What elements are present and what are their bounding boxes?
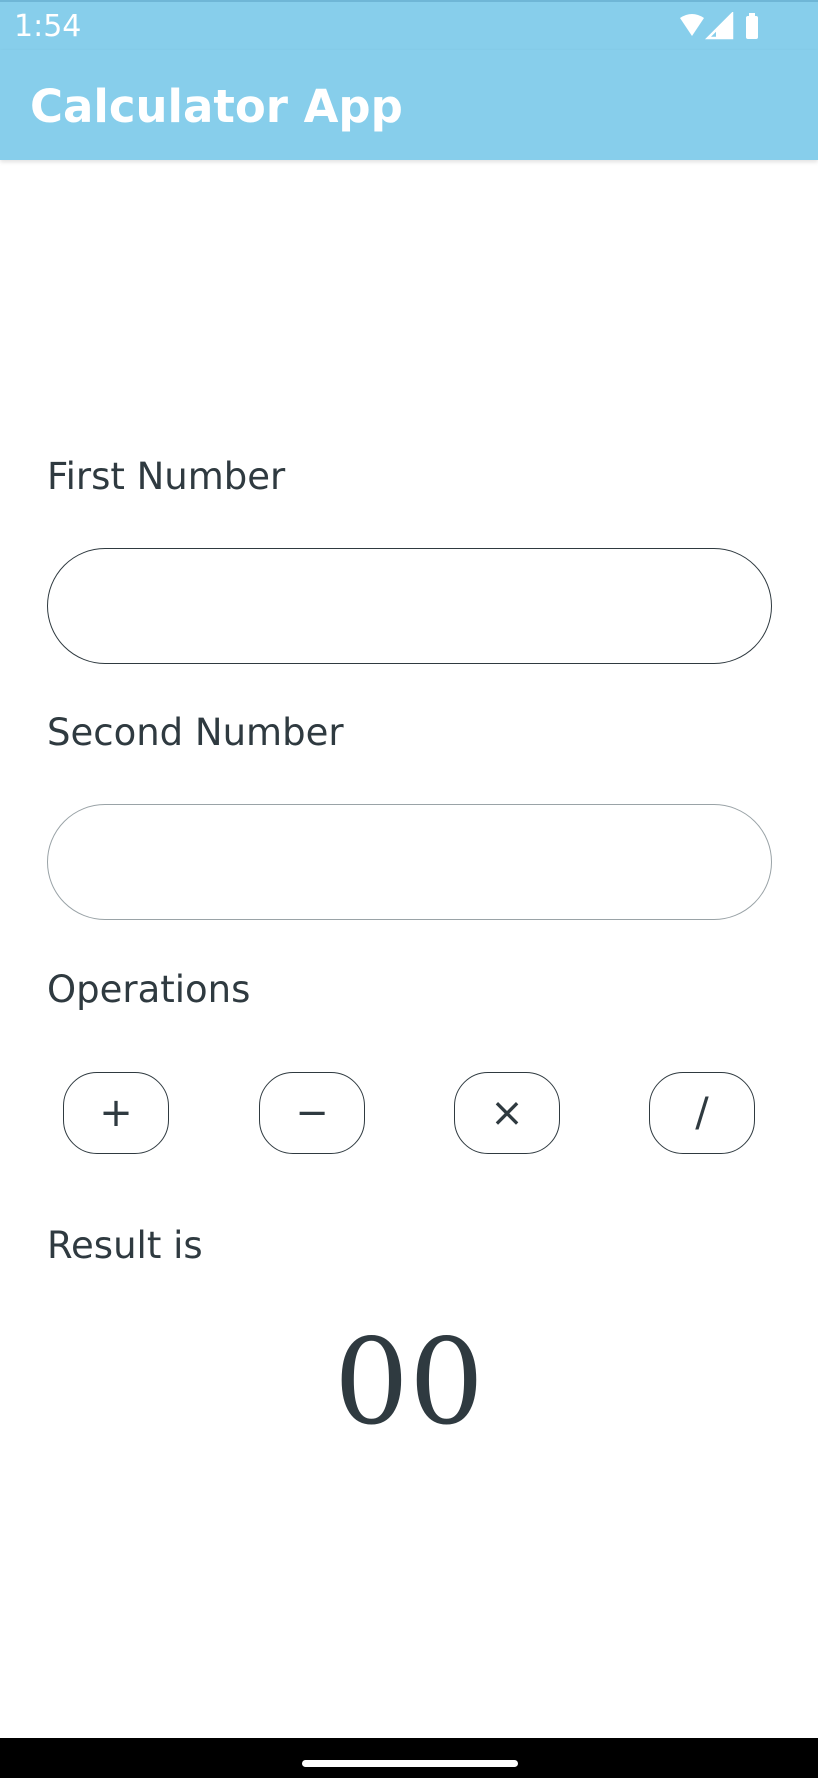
add-button[interactable]: + (63, 1072, 169, 1154)
subtract-button[interactable]: − (259, 1072, 365, 1154)
app-bar: Calculator App (0, 50, 818, 160)
first-number-input[interactable] (47, 548, 772, 664)
status-bar: 1:54 (0, 0, 818, 50)
divide-icon: / (695, 1090, 709, 1136)
minus-icon: − (295, 1090, 329, 1136)
plus-icon: + (99, 1090, 133, 1136)
app-title: Calculator App (30, 80, 403, 133)
multiply-icon: × (490, 1090, 524, 1136)
result-value: 00 (333, 1313, 485, 1451)
result-label: Result is (47, 1224, 203, 1267)
operations-label: Operations (47, 968, 251, 1011)
second-number-input[interactable] (47, 804, 772, 920)
wifi-icon (680, 14, 704, 36)
battery-icon (746, 13, 758, 39)
first-number-label: First Number (47, 455, 286, 498)
navigation-bar (0, 1738, 818, 1778)
multiply-button[interactable]: × (454, 1072, 560, 1154)
second-number-label: Second Number (47, 711, 344, 754)
status-icons (680, 12, 758, 40)
home-handle[interactable] (302, 1760, 518, 1767)
status-time: 1:54 (14, 9, 82, 44)
divide-button[interactable]: / (649, 1072, 755, 1154)
cell-signal-icon (704, 12, 734, 40)
